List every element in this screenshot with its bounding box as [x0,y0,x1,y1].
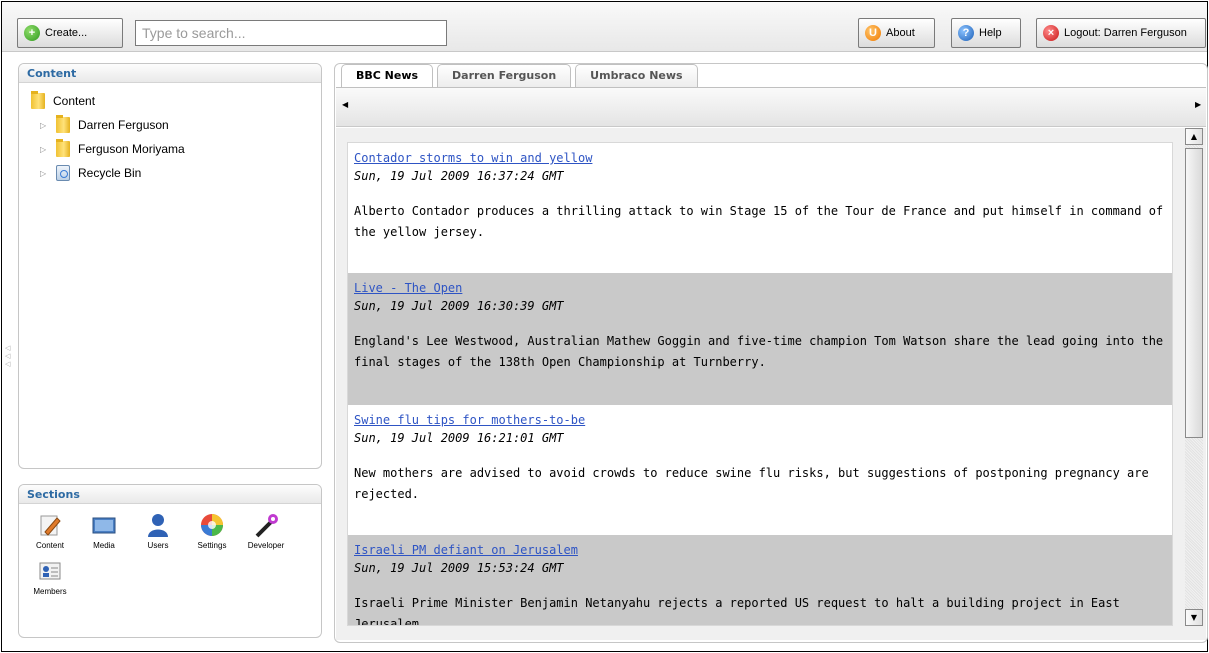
section-label: Settings [197,541,227,550]
scroll-left-icon[interactable]: ◀ [342,100,348,109]
news-title-link[interactable]: Israeli PM defiant on Jerusalem [354,543,578,557]
settings-icon [201,514,223,536]
sections-grid: Content Media Users Settings Developer M… [19,504,321,604]
tab-scroll-strip: ◀ ▶ [336,87,1206,127]
create-button[interactable]: + Create... [17,18,123,48]
media-icon [92,517,116,534]
section-label: Content [35,541,65,550]
news-description: England's Lee Westwood, Australian Mathe… [354,334,1164,369]
folder-icon [31,91,45,109]
scrollbar-thumb[interactable] [1185,148,1203,438]
news-date: Sun, 19 Jul 2009 15:53:24 GMT [354,561,564,575]
list-item: Contador storms to win and yellow Sun, 1… [348,143,1172,273]
members-icon [39,562,61,580]
help-icon: ? [958,25,974,41]
about-button-label: About [886,27,915,39]
news-date: Sun, 19 Jul 2009 16:21:01 GMT [354,431,564,445]
folder-icon [56,139,70,157]
content-panel-title: Content [19,64,321,83]
section-settings[interactable]: Settings [185,512,239,558]
tree-item-label: Darren Ferguson [78,118,169,132]
tab-umbraco-news[interactable]: Umbraco News [575,64,698,88]
news-description: New mothers are advised to avoid crowds … [354,466,1149,501]
section-users[interactable]: Users [131,512,185,558]
tree-item-content[interactable]: Content [31,89,321,113]
news-title-link[interactable]: Live - The Open [354,281,462,295]
section-media[interactable]: Media [77,512,131,558]
logout-icon: × [1043,25,1059,41]
expand-arrow-icon[interactable]: ▷ [40,121,52,130]
scroll-down-icon[interactable]: ▼ [1185,609,1203,626]
section-label: Users [147,541,169,550]
expand-arrow-icon[interactable]: ▷ [40,145,52,154]
expand-arrow-icon[interactable]: ▷ [40,169,52,178]
sections-panel-title: Sections [19,485,321,504]
section-label: Members [33,587,67,596]
logout-button[interactable]: × Logout: Darren Ferguson [1036,18,1206,48]
tab-darren-ferguson[interactable]: Darren Ferguson [437,64,572,88]
create-button-label: Create... [45,27,88,39]
scroll-up-icon[interactable]: ▲ [1185,128,1203,145]
top-toolbar: + Create... U About ? Help × Logout: Dar… [2,2,1207,52]
content-edit-icon [40,515,61,536]
tree-item-darren-ferguson[interactable]: ▷ Darren Ferguson [31,113,321,137]
recycle-bin-icon [56,165,70,181]
tree-item-label: Recycle Bin [78,166,142,180]
about-button[interactable]: U About [858,18,935,48]
section-label: Developer [247,541,285,550]
list-item: Live - The Open Sun, 19 Jul 2009 16:30:3… [348,273,1172,405]
vertical-scrollbar[interactable]: ▲ ▼ [1185,128,1203,626]
news-description: Alberto Contador produces a thrilling at… [354,204,1164,239]
news-date: Sun, 19 Jul 2009 16:37:24 GMT [354,169,564,183]
tree-item-label: Content [53,94,96,108]
tree-item-ferguson-moriyama[interactable]: ▷ Ferguson Moriyama [31,137,321,161]
app-window: + Create... U About ? Help × Logout: Dar… [1,1,1208,652]
feed-content-area: Contador storms to win and yellow Sun, 1… [336,128,1206,640]
help-button[interactable]: ? Help [951,18,1021,48]
news-feed: Contador storms to win and yellow Sun, 1… [347,142,1173,626]
section-developer[interactable]: Developer [239,512,293,558]
scroll-right-icon[interactable]: ▶ [1195,100,1201,109]
logout-button-label: Logout: Darren Ferguson [1064,27,1187,39]
list-item: Swine flu tips for mothers-to-be Sun, 19… [348,405,1172,535]
dashboard-tabs: BBC News Darren Ferguson Umbraco News [341,64,702,89]
about-icon: U [865,25,881,41]
news-title-link[interactable]: Contador storms to win and yellow [354,151,592,165]
tree-item-label: Ferguson Moriyama [78,142,185,156]
users-icon [148,514,168,537]
section-content[interactable]: Content [23,512,77,558]
content-tree: Content ▷ Darren Ferguson ▷ Ferguson Mor… [19,83,321,185]
tab-bbc-news[interactable]: BBC News [341,64,434,89]
news-date: Sun, 19 Jul 2009 16:30:39 GMT [354,299,564,313]
sections-panel: Sections Content Media Users Settings De… [18,484,322,638]
help-button-label: Help [979,27,1002,39]
list-item: Israeli PM defiant on Jerusalem Sun, 19 … [348,535,1172,626]
search-input[interactable] [135,20,447,46]
section-label: Media [93,541,115,550]
plus-icon: + [24,25,40,41]
tree-item-recycle-bin[interactable]: ▷ Recycle Bin [31,161,321,185]
section-members[interactable]: Members [23,558,77,604]
news-description: Israeli Prime Minister Benjamin Netanyah… [354,596,1120,626]
folder-icon [56,115,70,133]
news-title-link[interactable]: Swine flu tips for mothers-to-be [354,413,585,427]
panel-resize-handle[interactable]: ◁ ◁ ◁ [5,344,11,374]
developer-icon [255,514,278,538]
content-panel: Content Content ▷ Darren Ferguson ▷ Ferg… [18,63,322,469]
